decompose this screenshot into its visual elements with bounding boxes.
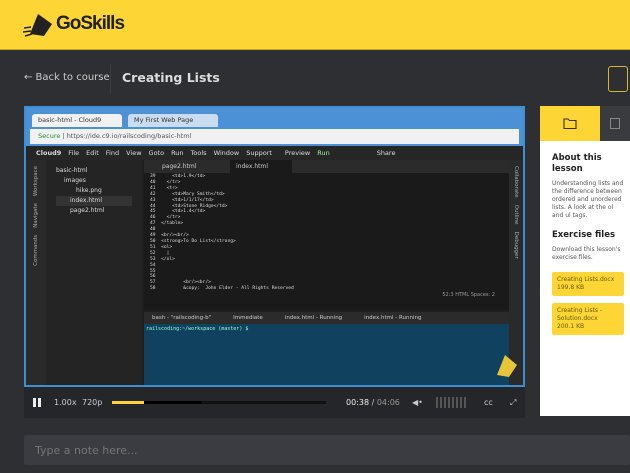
about-title: About this lesson — [552, 153, 602, 174]
player-controls: 1.00x 720p 00:38 / 04:06 ◀• cc ⤢ — [24, 387, 525, 418]
goskills-logo[interactable]: GoSkills — [22, 10, 125, 38]
next-button[interactable] — [608, 66, 628, 92]
fullscreen-icon[interactable]: ⤢ — [510, 398, 516, 408]
file-tree: basic-html images hike.png index.html pa… — [46, 160, 142, 385]
terminal-tabs: bash - "railscoding-b" Immediate index.htm… — [144, 312, 509, 324]
files-text: Download this lesson's exercise files. — [552, 246, 621, 261]
code-editor: page2.html index.html 39 <td>1.9</td> 40 … — [144, 160, 509, 310]
speed-button[interactable]: 1.00x — [54, 398, 77, 407]
top-header: GoSkills — [0, 0, 630, 50]
menu-item: Tools — [190, 149, 207, 157]
terminal-tab: index.html - Running — [364, 315, 422, 321]
back-to-course-link[interactable]: ← Back to course — [24, 72, 110, 83]
terminal-prompt: railscoding:~/workspace (master) $ — [146, 326, 249, 332]
browser-chrome: basic-html - Cloud9 My First Web Page Se… — [26, 108, 523, 146]
exercise-file[interactable]: Creating Lists - Solution.docx 200.1 KB — [552, 303, 624, 335]
page-title: Creating Lists — [122, 70, 220, 85]
editor-tab: index.html — [230, 160, 292, 173]
tab-notes[interactable] — [610, 118, 620, 129]
volume-slider[interactable] — [436, 397, 468, 408]
menu-item: Share — [376, 149, 396, 157]
editor-status: 52:3 HTML Spaces: 2 — [442, 292, 495, 298]
files-title: Exercise files — [552, 230, 616, 240]
progress-fill — [112, 401, 145, 404]
rail-tab: Commands — [33, 234, 39, 266]
rail-tab: Collaborate — [513, 166, 519, 198]
tree-item: hike.png — [76, 187, 102, 194]
ide-menu: Cloud9 File Edit Find View Goto Run Tools Window… — [26, 146, 523, 160]
terminal-tab: bash - "railscoding-b" — [152, 315, 212, 321]
terminal-tab: index.html - Running — [284, 315, 343, 321]
captions-button[interactable]: cc — [484, 398, 493, 407]
rail-tab: Navigate — [33, 203, 39, 228]
address-bar: Secure | https://ide.c9.io/railscoding/b… — [30, 129, 519, 144]
terminal-tab: Immediate — [233, 315, 263, 321]
video-frame[interactable]: basic-html - Cloud9 My First Web Page Se… — [24, 106, 525, 387]
current-time: 00:38 — [346, 398, 370, 407]
book-logo-icon — [22, 14, 52, 37]
exercise-file[interactable]: Creating Lists.docx 199.8 KB — [552, 272, 624, 296]
progress-bar[interactable] — [112, 401, 326, 404]
menu-item: Window — [213, 149, 240, 157]
browser-tab: My First Web Page — [128, 114, 218, 127]
lesson-panel: About this lesson Understanding lists an… — [540, 106, 630, 416]
ide-left-rail: Commands Navigate Workspace — [26, 160, 46, 385]
menu-item: Find — [105, 149, 120, 157]
menu-item: Goto — [148, 149, 165, 157]
watermark-logo-icon — [497, 355, 517, 377]
file-size: 199.8 KB — [557, 284, 585, 291]
url-text: https://ide.c9.io/railscoding/basic-html — [66, 132, 192, 140]
panel-body: About this lesson Understanding lists an… — [540, 141, 630, 335]
tree-item: images — [64, 177, 86, 184]
code-text: 39 <td>1.9</td> 40 </tr> 41 <tr> 42 <td>… — [150, 174, 294, 292]
about-text: Understanding lists and the difference b… — [552, 180, 624, 220]
terminal: bash - "railscoding-b" Immediate index.htm… — [144, 312, 509, 385]
menu-item: Run — [171, 149, 184, 157]
editor-tabs: page2.html index.html — [144, 160, 509, 173]
folder-icon — [563, 118, 577, 129]
file-name: Creating Lists - Solution.docx — [557, 307, 603, 322]
rail-tab: Outline — [513, 204, 519, 225]
menu-item: File — [68, 149, 80, 157]
secure-label: Secure — [38, 132, 61, 140]
editor-tab: page2.html — [162, 163, 197, 170]
tree-item: index.html — [56, 196, 132, 206]
menu-item: Preview — [284, 149, 311, 157]
menu-item: View — [126, 149, 142, 157]
quality-button[interactable]: 720p — [82, 398, 102, 407]
menu-item: Support — [246, 149, 272, 157]
volume-icon[interactable]: ◀• — [412, 398, 423, 407]
panel-tabs — [540, 106, 630, 141]
rail-tab: Workspace — [33, 166, 39, 197]
file-name: Creating Lists.docx — [557, 276, 615, 283]
note-input[interactable] — [24, 435, 630, 465]
menu-item: Cloud9 — [36, 149, 62, 157]
tab-files[interactable] — [540, 106, 600, 141]
menu-item: Edit — [86, 149, 99, 157]
browser-tab: basic-html - Cloud9 — [32, 114, 122, 127]
divider — [110, 64, 111, 94]
menu-item: Run — [317, 149, 330, 157]
pause-icon[interactable] — [33, 398, 41, 407]
rail-tab: Debugger — [513, 231, 519, 259]
tree-item: basic-html — [56, 167, 88, 174]
duration: 04:06 — [376, 398, 400, 407]
file-size: 200.1 KB — [557, 323, 585, 330]
tree-item: page2.html — [70, 207, 105, 214]
